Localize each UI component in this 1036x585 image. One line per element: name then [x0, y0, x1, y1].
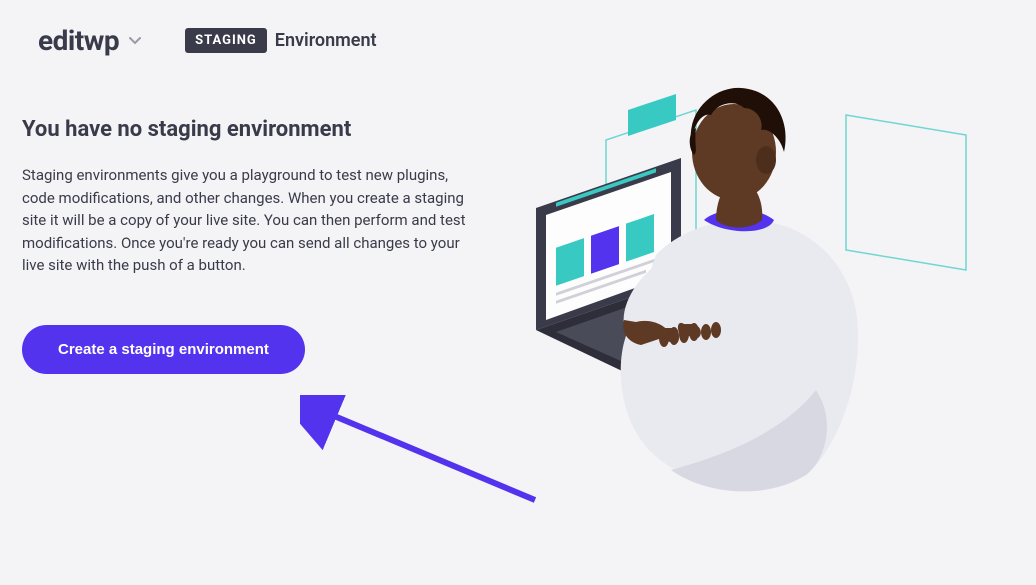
environment-breadcrumb: STAGING Environment [185, 28, 377, 53]
environment-label: Environment [275, 30, 377, 51]
page-title: You have no staging environment [22, 117, 492, 142]
create-staging-button[interactable]: Create a staging environment [22, 325, 305, 374]
chevron-down-icon [129, 33, 141, 49]
empty-state-illustration [506, 80, 1006, 510]
site-selector-dropdown[interactable]: editwp [38, 24, 141, 57]
site-name: editwp [38, 24, 119, 57]
staging-badge: STAGING [185, 28, 267, 53]
staging-description: Staging environments give you a playgrou… [22, 164, 472, 277]
